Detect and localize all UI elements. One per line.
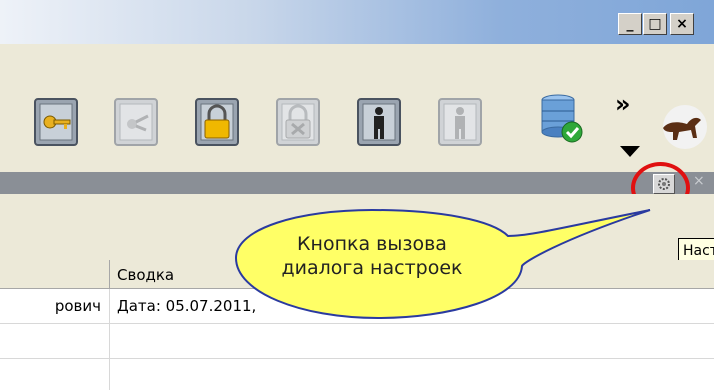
unlock-button[interactable] [274, 96, 322, 150]
callout-line-1: Кнопка вызова [297, 233, 447, 255]
person-door-icon [357, 98, 401, 146]
column-header-name[interactable] [0, 260, 110, 288]
minimize-button[interactable]: _ [618, 13, 642, 35]
server-status-button[interactable] [536, 90, 584, 144]
table-cell [0, 324, 110, 358]
unlock-with-key-button[interactable] [32, 96, 80, 150]
key-safe-icon [34, 98, 78, 146]
horse-logo-icon [663, 105, 707, 149]
revoke-key-button[interactable] [112, 96, 160, 150]
column-header-summary[interactable]: Сводка [117, 266, 174, 284]
server-check-icon [541, 94, 583, 143]
dropdown-arrow-icon[interactable] [620, 146, 640, 157]
table-row[interactable] [0, 324, 714, 359]
title-bar: _ □ × [0, 0, 714, 44]
person-door-icon [438, 98, 482, 146]
lock-button[interactable] [193, 96, 241, 150]
application-window: _ □ × » × Нас Сводка рович Дата: 05.07.2… [0, 0, 714, 390]
close-button[interactable]: × [670, 13, 694, 35]
person-access-button[interactable] [355, 96, 403, 150]
broken-key-safe-icon [114, 98, 158, 146]
table-cell: рович [0, 289, 110, 323]
cell-summary: Дата: 05.07.2011, [117, 297, 257, 315]
callout-text: Кнопка вызова диалога настроек [262, 232, 482, 280]
cell-name: рович [54, 297, 101, 315]
padlock-safe-icon [195, 98, 239, 146]
table-row[interactable]: рович Дата: 05.07.2011, [0, 289, 714, 324]
maximize-button[interactable]: □ [643, 13, 667, 35]
panel-header [0, 172, 714, 194]
unlock-safe-icon [276, 98, 320, 146]
table-row[interactable] [0, 359, 714, 390]
panel-close-icon[interactable]: × [693, 173, 705, 189]
settings-tooltip: Наст [678, 238, 714, 262]
person-access-disabled-button[interactable] [436, 96, 484, 150]
table-cell [0, 359, 110, 390]
more-buttons-chevron[interactable]: » [615, 90, 630, 118]
callout-line-2: диалога настроек [281, 257, 463, 279]
